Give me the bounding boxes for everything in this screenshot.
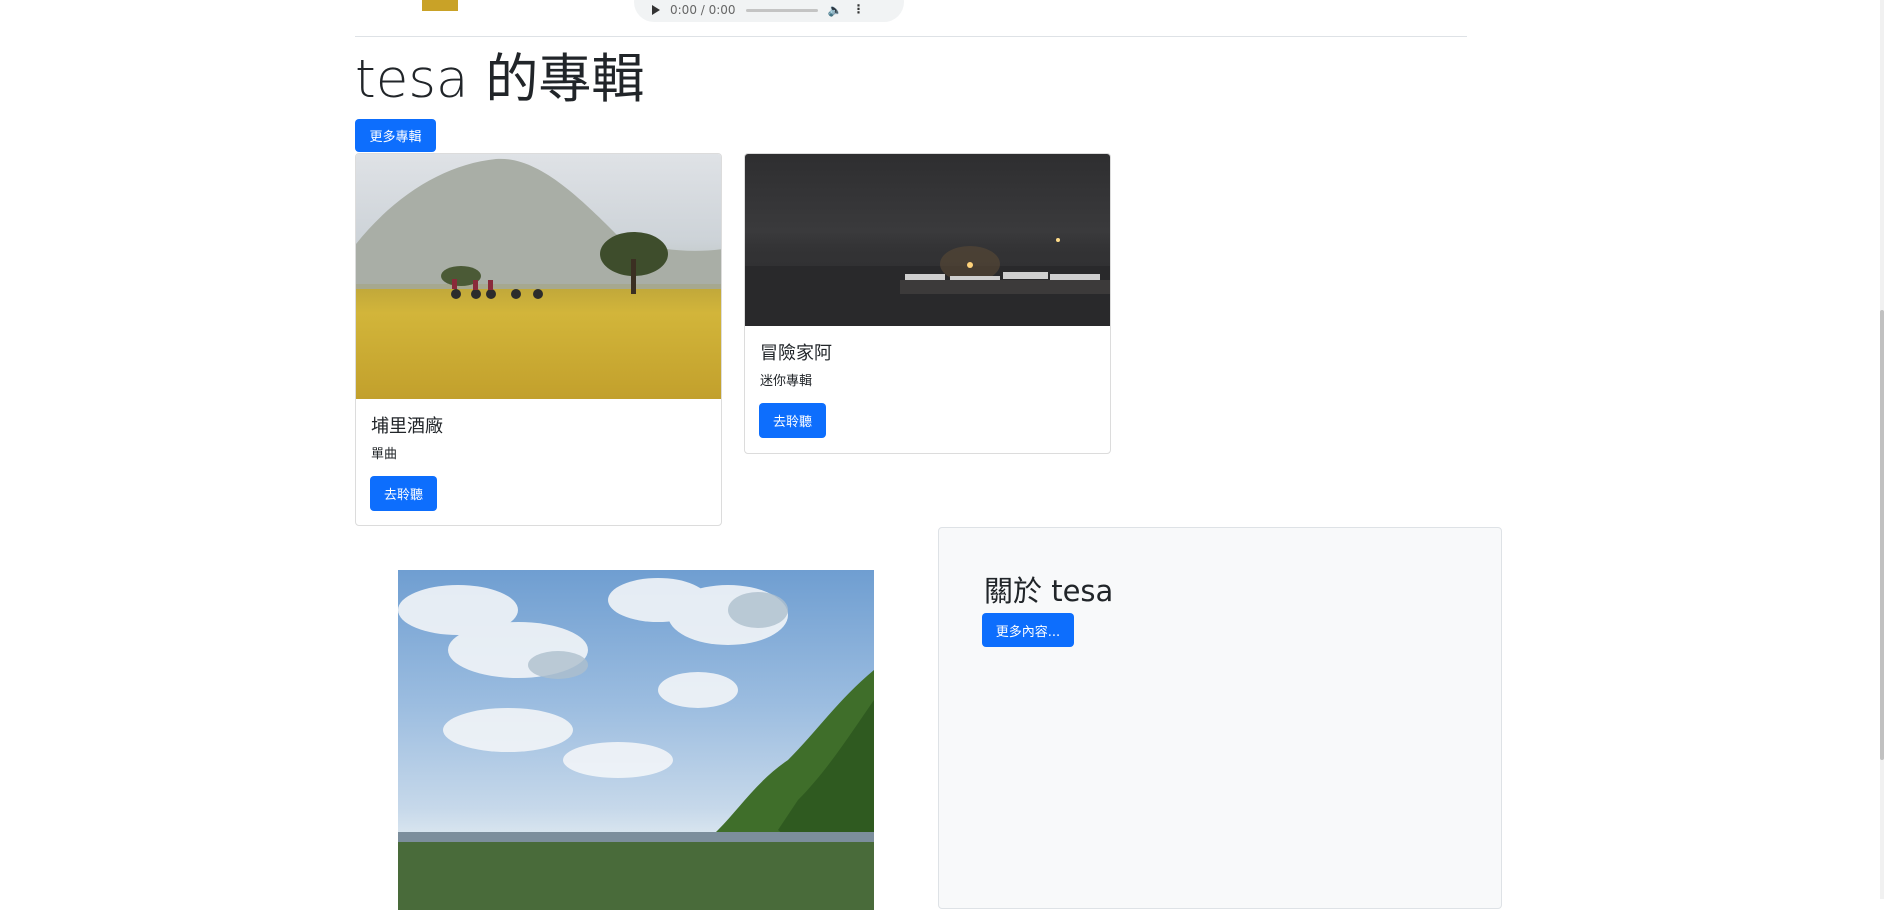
album-card: 冒險家阿 迷你專輯 去聆聽 — [744, 153, 1111, 454]
about-title: 關於 tesa — [984, 574, 1114, 608]
volume-icon[interactable]: 🔈 — [828, 3, 843, 17]
album-cover-image — [745, 154, 1110, 326]
more-content-button[interactable]: 更多內容... — [982, 613, 1074, 647]
album-title: 冒險家阿 — [760, 343, 832, 364]
play-icon[interactable] — [652, 5, 660, 15]
album-thumbnail — [422, 0, 458, 11]
listen-button[interactable]: 去聆聽 — [759, 403, 826, 438]
artist-photo — [398, 570, 874, 910]
album-title: 埔里酒廠 — [371, 416, 443, 437]
audio-player[interactable]: 0:00 / 0:00 🔈 ⋮ — [634, 0, 904, 22]
audio-progress-bar[interactable] — [745, 8, 818, 12]
scrollbar-thumb[interactable] — [1880, 310, 1884, 760]
more-options-icon[interactable]: ⋮ — [853, 2, 865, 16]
album-type: 單曲 — [371, 447, 398, 462]
divider — [355, 36, 1467, 37]
album-type: 迷你專輯 — [760, 374, 813, 389]
audio-time: 0:00 / 0:00 — [670, 3, 736, 17]
album-card: 埔里酒廠 單曲 去聆聽 — [355, 153, 722, 526]
listen-button[interactable]: 去聆聽 — [370, 476, 437, 511]
page-title: tesa 的專輯 — [355, 49, 645, 110]
more-albums-button[interactable]: 更多專輯 — [355, 119, 436, 152]
album-cover-image — [356, 154, 721, 399]
